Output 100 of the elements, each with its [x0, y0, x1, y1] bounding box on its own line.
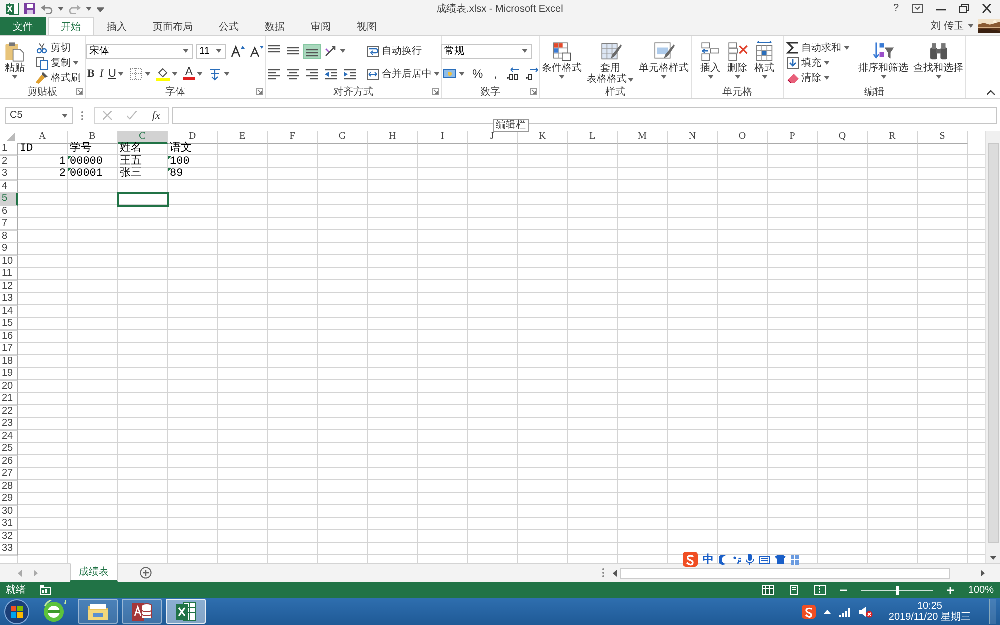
ribbon-button[interactable]: 删除 — [724, 40, 750, 85]
ribbon-button[interactable]: 单元格样式 — [637, 40, 691, 85]
close-icon[interactable] — [982, 4, 992, 13]
restore-icon[interactable] — [959, 4, 969, 13]
ribbon-tab[interactable]: 公式 — [206, 17, 252, 35]
row-header[interactable]: 7 — [0, 218, 18, 230]
moon-icon[interactable] — [719, 554, 728, 564]
row-header[interactable]: 28 — [0, 480, 18, 493]
save-icon[interactable] — [24, 2, 36, 14]
format-button[interactable]: , — [489, 66, 503, 82]
row-header[interactable]: 32 — [0, 530, 18, 543]
signal-icon[interactable] — [838, 606, 851, 616]
row-header[interactable]: 30 — [0, 506, 18, 518]
column-header[interactable]: A — [18, 131, 68, 144]
launcher-icon[interactable] — [530, 88, 537, 95]
ribbon-button[interactable]: 复制 — [33, 55, 81, 70]
row-header[interactable]: 10 — [0, 256, 18, 268]
toolbar-button[interactable] — [127, 66, 154, 82]
ribbon-button[interactable]: 格式刷 — [33, 70, 83, 85]
file-tab[interactable]: 文件 — [0, 17, 46, 35]
row-header[interactable]: 8 — [0, 230, 18, 243]
column-header[interactable]: J — [468, 131, 518, 144]
keyboard-icon[interactable] — [759, 556, 770, 564]
customize-icon[interactable] — [97, 6, 104, 12]
ribbon-tab[interactable]: 页面布局 — [140, 17, 206, 35]
row-header[interactable]: 29 — [0, 493, 18, 506]
column-header[interactable]: R — [868, 131, 918, 144]
column-header[interactable]: K — [518, 131, 568, 144]
input-mode[interactable]: 中 — [703, 552, 714, 567]
launcher-icon[interactable] — [76, 88, 83, 95]
zoom-slider-thumb[interactable] — [896, 586, 899, 594]
taskbar-button[interactable] — [122, 599, 162, 624]
excel-logo-icon[interactable] — [6, 2, 19, 14]
toolbox-icon[interactable] — [791, 554, 799, 564]
ribbon-button[interactable]: 清除 — [784, 70, 832, 85]
ribbon-tab[interactable]: 开始 — [48, 17, 94, 35]
ribbon-button[interactable]: 格式 — [752, 40, 778, 85]
row-header[interactable]: 11 — [0, 268, 18, 280]
row-header[interactable]: 13 — [0, 293, 18, 306]
collapse-ribbon-icon[interactable] — [987, 90, 995, 95]
start-orb-icon[interactable] — [4, 598, 30, 624]
ribbon-button[interactable]: 剪切 — [33, 40, 73, 55]
number-format-field[interactable]: 常规 — [440, 44, 532, 59]
help-button[interactable]: ? — [893, 3, 899, 14]
zoom-in-icon[interactable] — [947, 586, 954, 594]
launcher-icon[interactable] — [256, 88, 263, 95]
column-header[interactable]: G — [318, 131, 368, 144]
row-header[interactable]: 1 — [0, 143, 18, 156]
row-header[interactable]: 5 — [0, 193, 18, 206]
row-header[interactable]: 24 — [0, 430, 18, 443]
ribbon-button[interactable]: 条件格式 — [540, 40, 584, 85]
bold-button[interactable]: B — [86, 66, 97, 82]
row-header[interactable]: 27 — [0, 468, 18, 480]
scrollbar-thumb[interactable] — [620, 568, 950, 578]
column-header[interactable]: H — [368, 131, 418, 144]
row-header[interactable]: 33 — [0, 543, 18, 556]
scroll-right-icon[interactable] — [981, 570, 985, 576]
ribbon-button[interactable]: 填充 — [784, 55, 832, 70]
column-header[interactable]: L — [568, 131, 618, 144]
underline-button[interactable]: U — [106, 66, 126, 82]
ribbon-button[interactable]: 查找和选择 — [912, 40, 966, 85]
clock[interactable]: 10:25 2019/11/20 星期三 — [888, 600, 971, 622]
page-break-icon[interactable] — [814, 585, 826, 595]
ribbon-options-icon[interactable] — [912, 4, 923, 13]
row-header[interactable]: 18 — [0, 356, 18, 368]
font-color-button[interactable]: A — [181, 66, 205, 82]
zoom-level[interactable]: 100% — [968, 584, 994, 596]
row-header[interactable]: 23 — [0, 418, 18, 430]
insert-function-button[interactable]: fx — [152, 110, 160, 122]
column-header[interactable]: M — [618, 131, 668, 144]
ribbon-button[interactable]: 粘贴 — [2, 40, 28, 85]
row-header[interactable]: 22 — [0, 406, 18, 418]
scroll-left-icon[interactable] — [613, 570, 617, 576]
scroll-down-icon[interactable] — [990, 556, 996, 560]
macro-icon[interactable] — [40, 585, 51, 595]
column-header[interactable]: N — [668, 131, 718, 144]
zoom-slider[interactable] — [861, 586, 934, 594]
ime-logo-icon[interactable] — [683, 552, 698, 567]
taskbar-button[interactable] — [78, 599, 118, 624]
punctuation-icon[interactable] — [733, 556, 741, 564]
page-layout-icon[interactable] — [788, 585, 800, 595]
row-header[interactable]: 3 — [0, 168, 18, 180]
column-header[interactable]: P — [768, 131, 818, 144]
launcher-icon[interactable] — [432, 88, 439, 95]
italic-button[interactable]: I — [98, 66, 106, 82]
normal-view-icon[interactable] — [762, 585, 774, 595]
taskbar-button[interactable] — [166, 599, 206, 624]
row-header[interactable]: 12 — [0, 280, 18, 293]
ribbon-button[interactable]: 插入 — [698, 40, 724, 85]
mute-icon[interactable] — [858, 606, 873, 618]
toolbar-button[interactable] — [248, 44, 266, 59]
column-header[interactable]: S — [918, 131, 968, 144]
row-header[interactable]: 25 — [0, 443, 18, 456]
shirt-icon[interactable] — [775, 555, 786, 564]
microphone-icon[interactable] — [746, 554, 754, 565]
column-header[interactable]: Q — [818, 131, 868, 144]
font-field[interactable]: 宋体 — [86, 44, 192, 59]
row-header[interactable]: 6 — [0, 206, 18, 218]
vertical-scrollbar[interactable] — [985, 131, 1000, 563]
scrollbar-thumb[interactable] — [988, 143, 998, 543]
